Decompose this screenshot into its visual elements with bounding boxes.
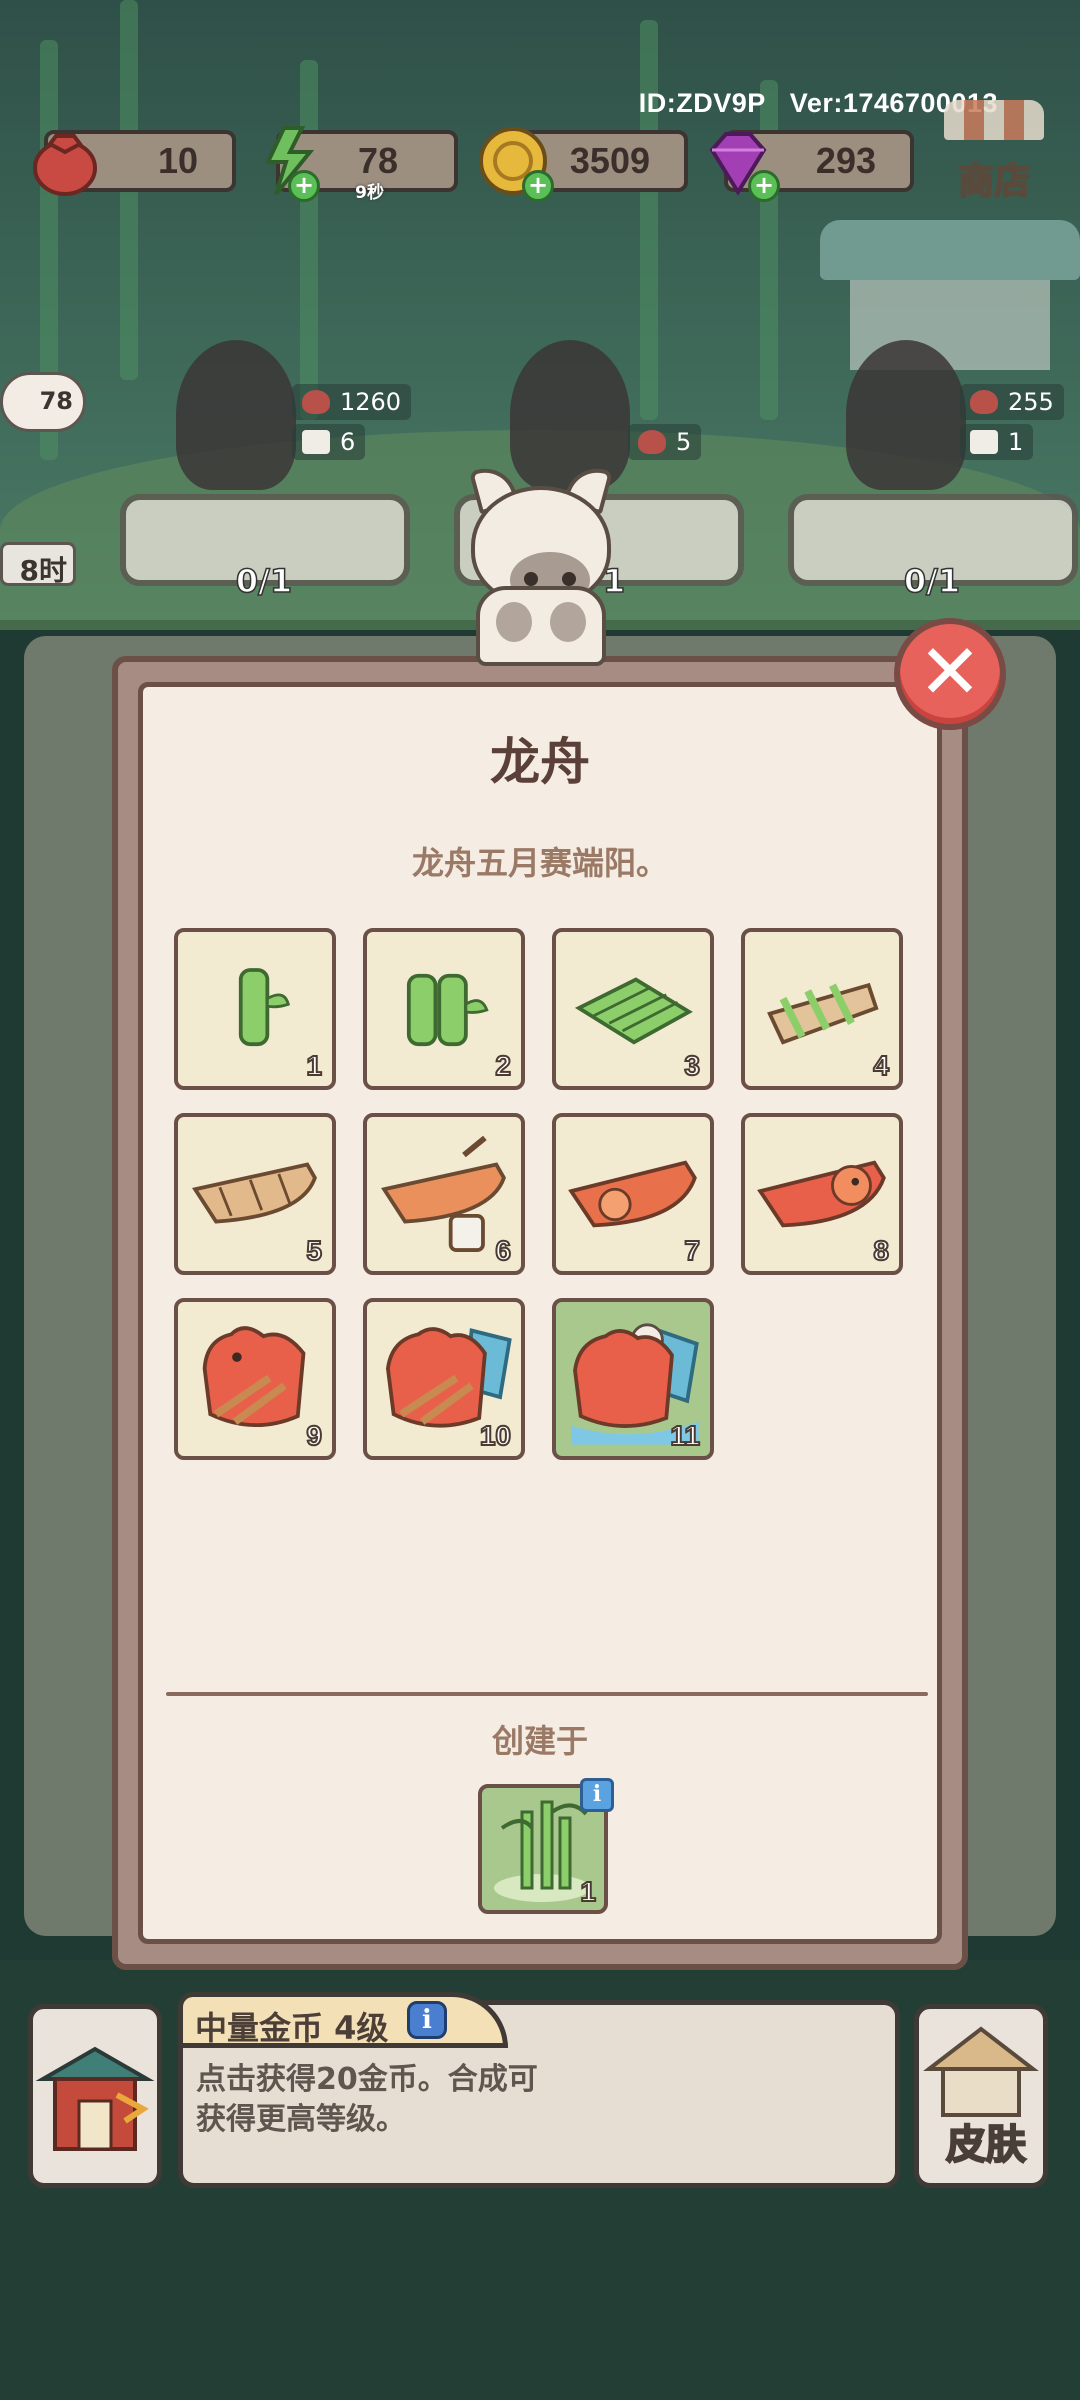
cat-mascot-icon — [466, 461, 616, 666]
order-chip-dice: 6 — [292, 424, 366, 460]
shop-label: 商店 — [957, 160, 1031, 203]
item-description: 点击获得20金币。合成可 获得更高等级。 — [196, 2060, 876, 2140]
item-level: 7 — [683, 1234, 701, 1267]
source-level: 1 — [579, 1875, 597, 1908]
close-button[interactable]: ✕ — [894, 618, 1006, 730]
chain-item-7[interactable]: 7 — [552, 1113, 714, 1275]
chain-item-6[interactable]: 6 — [363, 1113, 525, 1275]
chain-item-3[interactable]: 3 — [552, 928, 714, 1090]
item-description-line: 点击获得20金币。合成可 — [196, 2062, 538, 2097]
item-name: 中量金币 4级 — [195, 2009, 389, 2047]
item-level: 2 — [494, 1049, 512, 1082]
shop-awning-icon — [944, 100, 1044, 140]
modal-divider — [166, 1692, 928, 1696]
source-info-button[interactable]: i — [580, 1778, 614, 1812]
item-level: 10 — [479, 1419, 512, 1452]
left-timer: 8时 — [0, 542, 76, 587]
house-icon — [923, 2026, 1039, 2117]
item-description-line: 获得更高等级。 — [196, 2102, 406, 2137]
item-level: 6 — [494, 1234, 512, 1267]
chain-item-5[interactable]: 5 — [174, 1113, 336, 1275]
skin-label: 皮肤 — [945, 2121, 1027, 2169]
item-level: 11 — [669, 1419, 701, 1452]
close-icon: ✕ — [918, 627, 982, 716]
gate-button[interactable] — [28, 2004, 162, 2188]
gem-add-button[interactable]: + — [748, 170, 780, 202]
chain-item-1[interactable]: 1 — [174, 928, 336, 1090]
energy-add-button[interactable]: + — [288, 170, 320, 202]
item-level: 9 — [305, 1419, 323, 1452]
chain-item-10[interactable]: 10 — [363, 1298, 525, 1460]
station-slot-count: 0/1 — [903, 561, 961, 601]
cat-customer[interactable] — [176, 340, 296, 490]
order-chip-bag: 1260 — [292, 384, 412, 420]
left-energy-value: 78 — [39, 387, 73, 415]
order-chip-bag: 5 — [628, 424, 702, 460]
chain-item-8[interactable]: 8 — [741, 1113, 903, 1275]
order-chip-dice: 1 — [960, 424, 1034, 460]
item-level: 5 — [305, 1234, 323, 1267]
cat-customer[interactable] — [846, 340, 966, 490]
player-id: ID:ZDV9P — [638, 88, 766, 118]
chain-item-9[interactable]: 9 — [174, 1298, 336, 1460]
shop-button[interactable]: 商店 — [944, 100, 1044, 204]
item-level: 8 — [872, 1234, 890, 1267]
gate-icon — [35, 2046, 155, 2151]
bag-icon — [26, 122, 104, 200]
item-info-button[interactable]: i — [407, 2001, 447, 2039]
bamboo-stalk — [300, 60, 318, 420]
item-level: 1 — [305, 1049, 323, 1082]
info-icon: i — [592, 1781, 602, 1807]
item-level: 3 — [683, 1049, 701, 1082]
chain-item-2[interactable]: 2 — [363, 928, 525, 1090]
energy-timer: 9秒 — [355, 183, 384, 203]
coin-add-button[interactable]: + — [522, 170, 554, 202]
chain-item-4[interactable]: 4 — [741, 928, 903, 1090]
bamboo-stalk — [640, 20, 658, 420]
modal-description: 龙舟五月赛端阳。 — [411, 844, 668, 882]
chain-item-11[interactable]: 11 — [552, 1298, 714, 1460]
info-icon: i — [422, 2005, 432, 2035]
item-level: 4 — [872, 1049, 890, 1082]
left-order-badge[interactable]: 78 8时 — [0, 372, 88, 587]
created-from-label: 创建于 — [491, 1722, 588, 1760]
item-info-tab: 中量金币 4级 i — [178, 1992, 508, 2048]
left-energy-bubble: 78 — [0, 372, 86, 432]
modal-title: 龙舟 — [490, 733, 590, 791]
order-chip-bag: 255 — [960, 384, 1064, 420]
station-slot-count: 0/1 — [235, 561, 293, 601]
